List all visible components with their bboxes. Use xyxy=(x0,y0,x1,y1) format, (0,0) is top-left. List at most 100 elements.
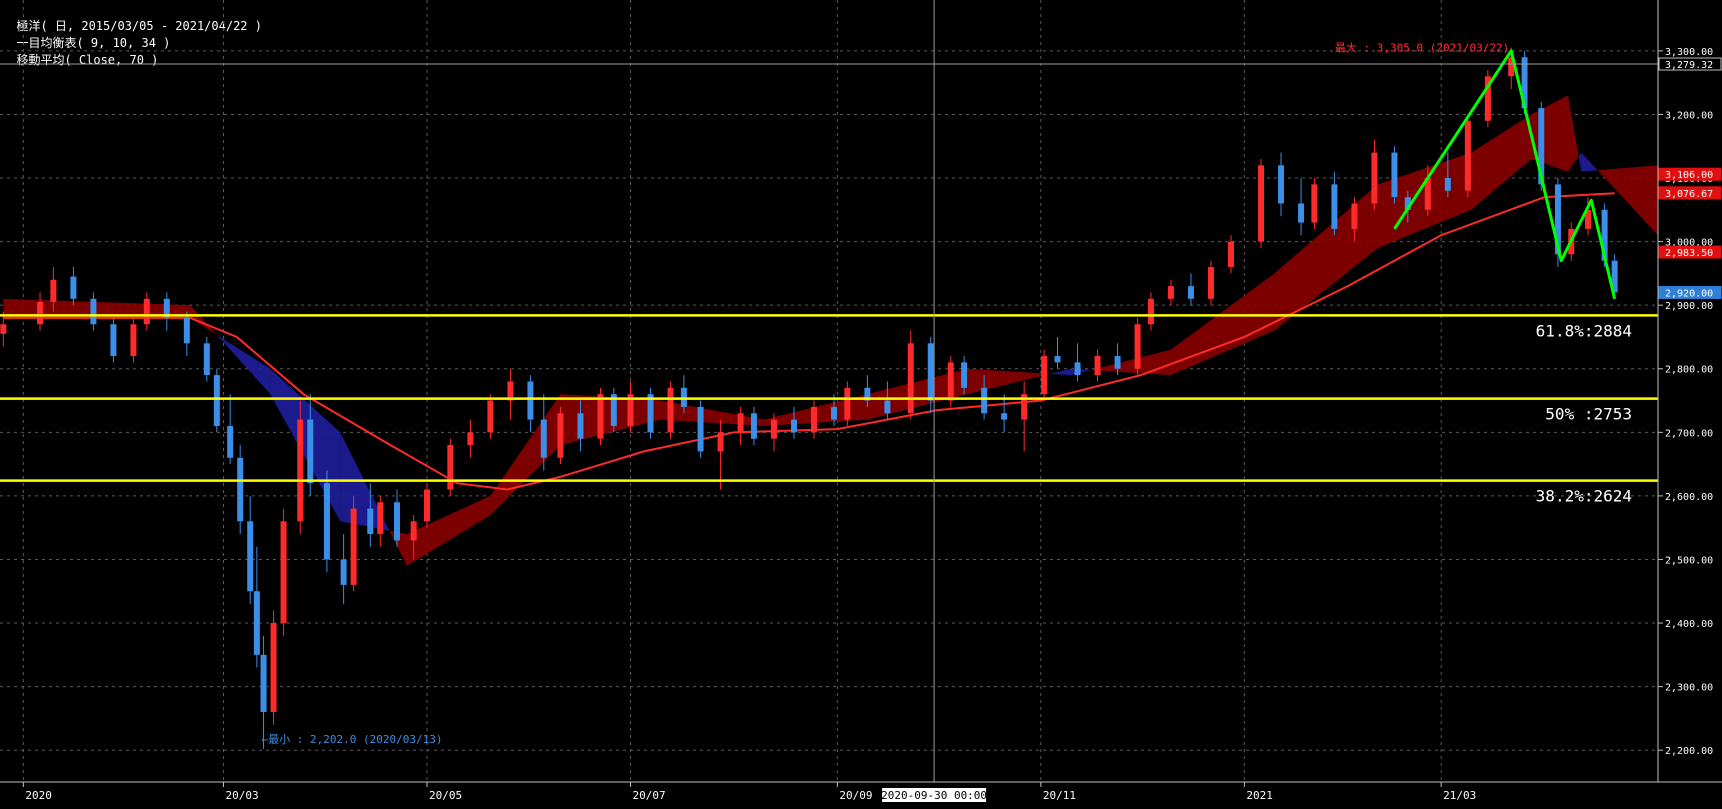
candle-body xyxy=(527,381,534,420)
price-chart[interactable]: 61.8%:2884 50% :2753 38.2%:2624 最大 : 3,305… xyxy=(0,0,1722,809)
x-tick-label: 2020 xyxy=(25,789,52,802)
x-tick-label: 20/09 xyxy=(839,789,872,802)
candle-body xyxy=(467,432,474,446)
x-tick-label: 2021 xyxy=(1246,789,1273,802)
candle-body xyxy=(143,298,150,325)
candle-body xyxy=(597,394,604,439)
candle-body xyxy=(1278,165,1285,204)
candle-body xyxy=(1444,178,1451,191)
candle-body xyxy=(367,508,374,535)
cloud-segment xyxy=(1050,368,1071,376)
candle-body xyxy=(447,445,454,490)
cloud-segment xyxy=(1090,349,1171,376)
candle-body xyxy=(667,387,674,433)
candle-body xyxy=(253,591,260,655)
y-tick-label: 2,500.00 xyxy=(1665,555,1713,566)
candle-body xyxy=(1041,356,1048,395)
candle-body xyxy=(350,508,357,585)
candle-body xyxy=(1147,298,1154,325)
y-tick-label: 2,600.00 xyxy=(1665,492,1713,503)
candle-body xyxy=(323,483,330,560)
candle-body xyxy=(540,419,547,458)
x-tick-label: 21/03 xyxy=(1443,789,1476,802)
crosshair-date-label: 2020-09-30 00:00 xyxy=(881,789,987,802)
candle-body xyxy=(947,362,954,401)
candle-body xyxy=(907,343,914,414)
candle-body xyxy=(790,419,797,433)
candle-body xyxy=(737,413,744,433)
candle-body xyxy=(1331,184,1338,229)
cloud-segment xyxy=(1471,114,1532,210)
y-tick-label: 2,400.00 xyxy=(1665,619,1713,630)
candle-body xyxy=(577,413,584,439)
candle-body xyxy=(307,419,314,484)
y-tick-label: 3,200.00 xyxy=(1665,110,1713,121)
cloud-segment xyxy=(1578,152,1582,172)
candle-body xyxy=(770,419,777,439)
candle-body xyxy=(697,406,704,452)
y-tick-label: 2,700.00 xyxy=(1665,428,1713,439)
max-annotation: 最大 : 3,305.0 (2021/03/22) xyxy=(1335,41,1509,55)
candle-body xyxy=(340,559,347,585)
candle-body xyxy=(260,654,267,713)
candle-body xyxy=(1464,120,1471,191)
candle-body xyxy=(961,362,968,388)
candle-body xyxy=(487,400,494,433)
candle-body xyxy=(237,457,244,522)
fib-label: 38.2%:2624 xyxy=(1536,487,1632,506)
grid-layer xyxy=(0,0,1658,782)
cloud-segment xyxy=(406,495,491,566)
price-tag-label: 3,106.00 xyxy=(1665,170,1713,181)
candle-body xyxy=(1054,356,1061,363)
x-tick-label: 20/11 xyxy=(1043,789,1076,802)
candle-body xyxy=(831,406,838,420)
cloud-segment xyxy=(560,394,661,446)
candle-body xyxy=(1187,286,1194,299)
candle-body xyxy=(377,502,384,535)
candle-body xyxy=(110,324,117,357)
ichimoku-cloud xyxy=(3,95,1658,566)
candle-body xyxy=(393,502,400,541)
candle-body xyxy=(1371,152,1378,204)
y-tick-label: 2,900.00 xyxy=(1665,301,1713,312)
y-tick-label: 2,800.00 xyxy=(1665,365,1713,376)
candle-body xyxy=(50,279,57,302)
cloud-segment xyxy=(1170,273,1275,376)
y-tick-label: 2,200.00 xyxy=(1665,746,1713,757)
cloud-segment xyxy=(490,394,561,515)
cloud-segment xyxy=(1070,368,1091,376)
candle-body xyxy=(213,375,220,426)
candle-body xyxy=(1094,356,1101,376)
cloud-segment xyxy=(660,400,764,426)
candle-body xyxy=(1391,152,1398,198)
annotation-layer: 最大 : 3,305.0 (2021/03/22) ←最小 : 2,202.0 (… xyxy=(0,0,1658,782)
candle-body xyxy=(1298,203,1305,223)
candle-body xyxy=(557,413,564,458)
candle-body xyxy=(1001,413,1008,420)
candle-body xyxy=(1114,356,1121,369)
candle-body xyxy=(844,387,851,420)
price-tag-label: 3,279.32 xyxy=(1665,60,1713,71)
candle-body xyxy=(680,387,687,407)
cloud-segment xyxy=(967,368,1051,395)
candle-body xyxy=(884,400,891,414)
price-tag-label: 2,983.50 xyxy=(1665,248,1713,259)
candle-body xyxy=(1227,241,1234,268)
candle-body xyxy=(1258,165,1265,242)
candle-body xyxy=(297,419,304,522)
candle-body xyxy=(1134,324,1141,369)
candle-body xyxy=(280,521,287,624)
x-tick-label: 20/05 xyxy=(429,789,462,802)
candle-body xyxy=(130,324,137,357)
candle-body xyxy=(270,623,277,713)
price-tag-label: 3,076.67 xyxy=(1665,189,1713,200)
candle-body xyxy=(750,413,757,439)
candle-body xyxy=(70,276,77,299)
candle-body xyxy=(1167,286,1174,299)
candle-body xyxy=(1351,203,1358,229)
candle-body xyxy=(810,406,817,433)
candle-body xyxy=(0,324,7,334)
cloud-segment xyxy=(1567,95,1579,172)
x-tick-label: 20/03 xyxy=(226,789,259,802)
candle-body xyxy=(227,425,234,458)
